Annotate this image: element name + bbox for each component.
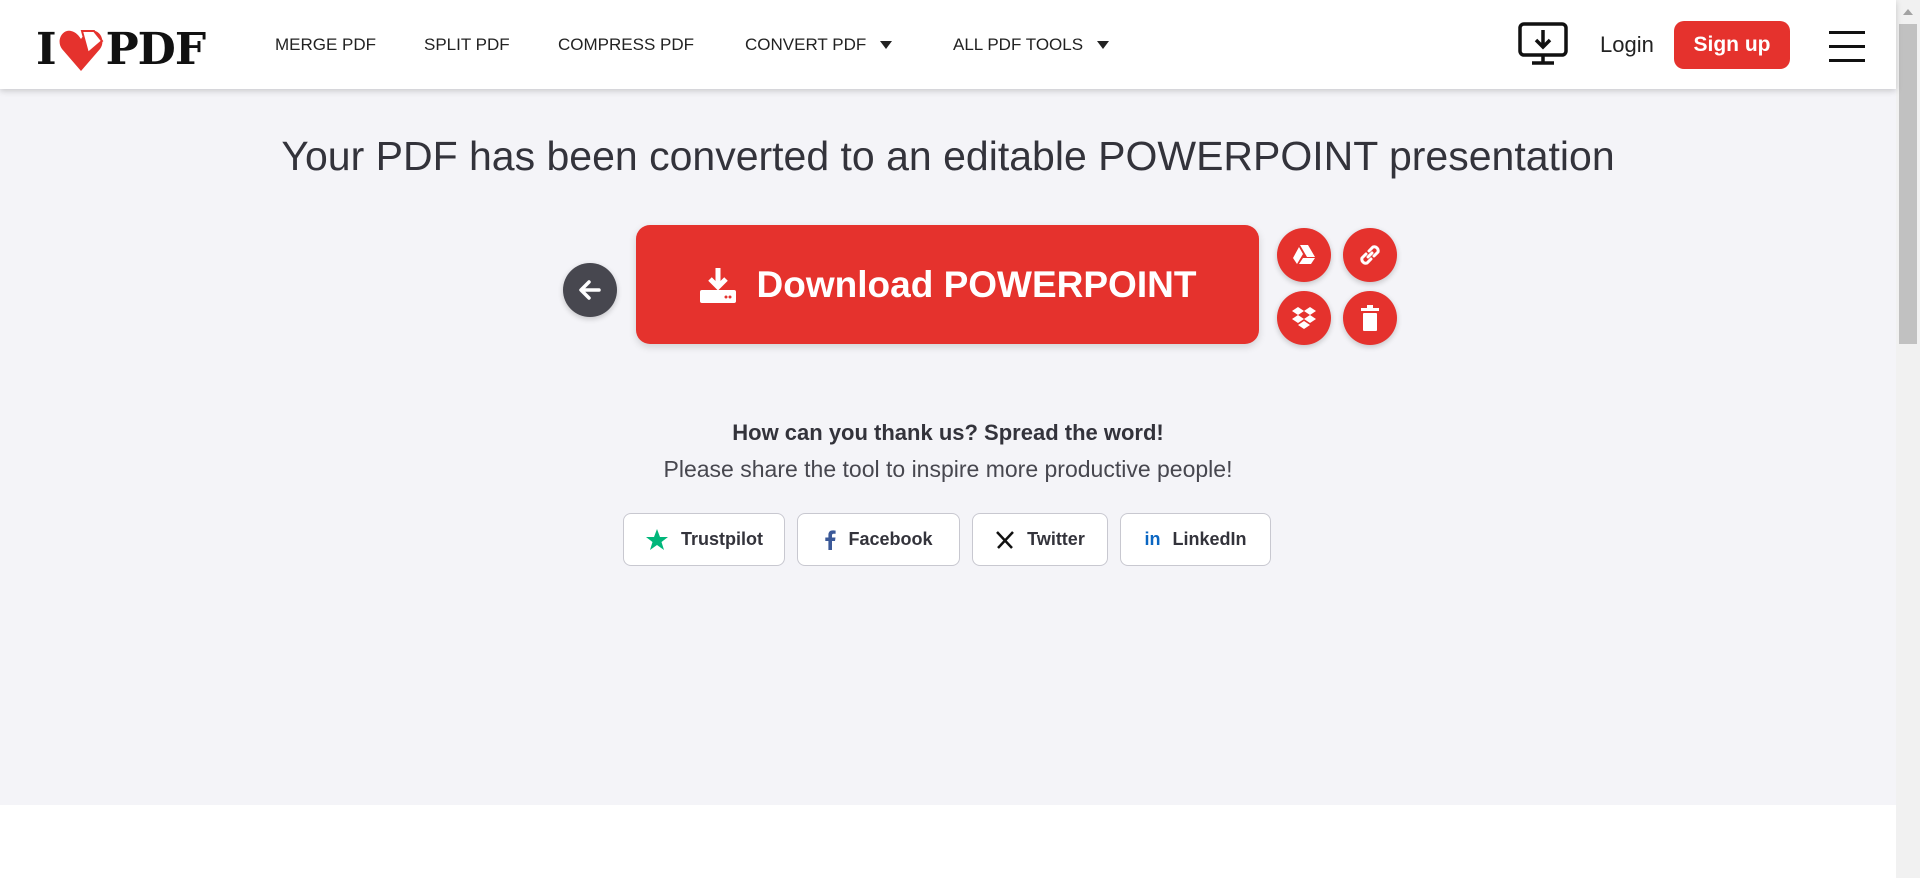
trash-icon [1361, 305, 1379, 331]
google-drive-button[interactable] [1277, 228, 1331, 282]
share-label: Twitter [1027, 529, 1085, 549]
caret-down-icon [880, 40, 893, 49]
facebook-icon [825, 529, 837, 550]
nav-label: CONVERT PDF [745, 34, 867, 54]
download-button[interactable]: Download POWERPOINT [636, 225, 1259, 344]
share-subtitle: Please share the tool to inspire more pr… [663, 456, 1233, 482]
nav-label: MERGE PDF [275, 34, 377, 54]
download-icon [699, 267, 736, 303]
main-area [0, 0, 1896, 805]
share-label: LinkedIn [1172, 529, 1247, 549]
nav-compress-pdf[interactable]: COMPRESS PDF [558, 0, 694, 89]
heart-icon [59, 29, 103, 71]
nav-label: ALL PDF TOOLS [953, 34, 1084, 54]
header: I PDF MERGE PDF SPLIT PDF COMPRESS PDF C… [0, 0, 1896, 89]
share-linkedin-button[interactable]: in LinkedIn [1120, 513, 1271, 566]
scrollbar-thumb[interactable] [1899, 24, 1917, 344]
nav-label: COMPRESS PDF [558, 34, 695, 54]
link-icon [1360, 245, 1380, 265]
star-icon [646, 528, 668, 550]
share-label: Facebook [848, 529, 933, 549]
caret-down-icon [1097, 40, 1110, 49]
share-twitter-button[interactable]: Twitter [972, 513, 1108, 566]
download-label: Download POWERPOINT [756, 263, 1197, 305]
dropbox-button[interactable] [1277, 291, 1331, 345]
signup-button[interactable]: Sign up [1674, 21, 1790, 69]
google-drive-icon [1293, 245, 1315, 264]
dropbox-icon [1292, 307, 1316, 329]
copy-link-button[interactable] [1343, 228, 1397, 282]
logo-pdf: PDF [105, 24, 206, 75]
menu-icon[interactable] [1829, 31, 1865, 73]
page-title: Your PDF has been converted to an editab… [281, 133, 1615, 179]
nav-split-pdf[interactable]: SPLIT PDF [424, 0, 510, 89]
delete-button[interactable] [1343, 291, 1397, 345]
thanks-heading: How can you thank us? Spread the word! [732, 420, 1164, 445]
back-button[interactable] [563, 263, 617, 317]
scrollbar[interactable] [1896, 0, 1920, 878]
linkedin-icon: in [1144, 529, 1161, 549]
nav-convert-pdf[interactable]: CONVERT PDF [745, 0, 893, 89]
scroll-up-icon[interactable] [1903, 9, 1913, 15]
share-label: Trustpilot [681, 529, 763, 549]
x-twitter-icon [996, 530, 1015, 549]
logo-i: I [36, 24, 57, 75]
share-trustpilot-button[interactable]: Trustpilot [623, 513, 785, 566]
share-facebook-button[interactable]: Facebook [797, 513, 960, 566]
logo[interactable]: I PDF [36, 24, 206, 75]
desktop-download-icon[interactable] [1518, 22, 1568, 71]
nav-label: SPLIT PDF [424, 34, 510, 54]
login-link[interactable]: Login [1600, 32, 1654, 58]
nav-all-pdf-tools[interactable]: ALL PDF TOOLS [953, 0, 1110, 89]
nav-merge-pdf[interactable]: MERGE PDF [275, 0, 376, 89]
arrow-left-icon [579, 280, 601, 300]
